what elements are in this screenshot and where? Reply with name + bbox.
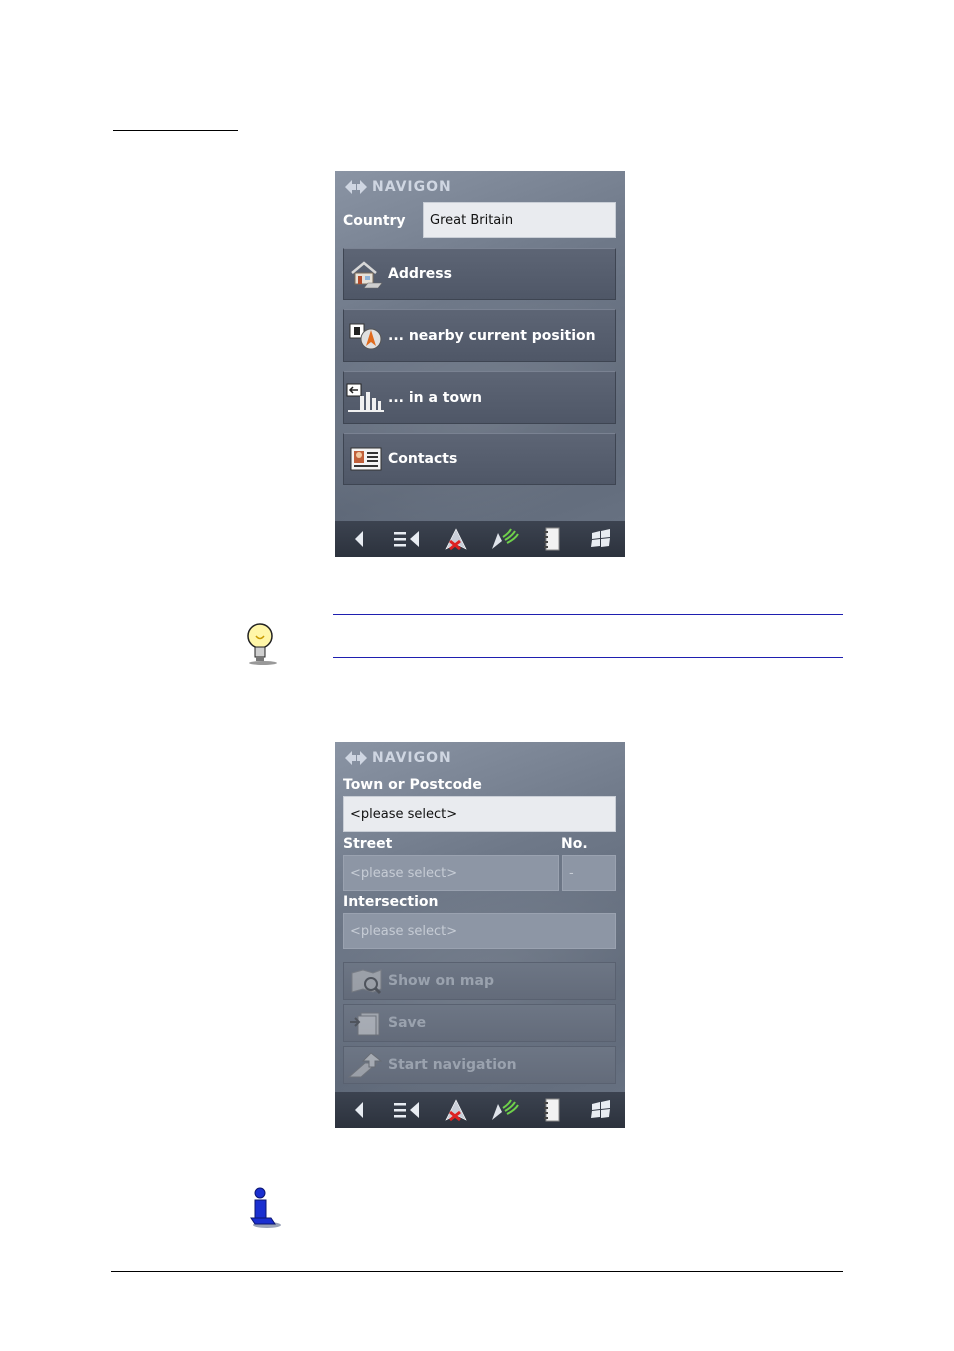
tip-top-rule	[333, 614, 843, 615]
town-or-postcode-label: Town or Postcode	[343, 777, 482, 793]
in-a-town-button[interactable]: ... in a town	[343, 371, 616, 424]
navigation-status-icon[interactable]	[441, 1097, 471, 1123]
navigation-status-icon[interactable]	[441, 526, 471, 552]
windows-icon[interactable]	[586, 526, 616, 552]
header-rule	[113, 130, 238, 131]
navigon-logo: NAVIGON	[345, 177, 452, 197]
house-icon	[344, 259, 388, 289]
gps-signal-icon[interactable]	[489, 1097, 519, 1123]
contacts-icon	[344, 445, 388, 473]
notebook-icon[interactable]	[537, 526, 567, 552]
intersection-field[interactable]: <please select>	[343, 913, 616, 949]
brand-name: NAVIGON	[372, 750, 452, 766]
tip-lightbulb-icon	[247, 623, 277, 665]
menu-icon[interactable]	[392, 1097, 422, 1123]
intersection-label: Intersection	[343, 894, 439, 910]
menu-icon[interactable]	[392, 526, 422, 552]
save-icon	[344, 1009, 388, 1037]
nearby-current-position-button[interactable]: ... nearby current position	[343, 309, 616, 362]
country-label: Country	[343, 213, 406, 229]
show-on-map-button[interactable]: Show on map	[343, 962, 616, 1000]
town-icon	[344, 382, 388, 414]
start-navigation-button[interactable]: Start navigation	[343, 1046, 616, 1084]
tip-bottom-rule	[333, 657, 843, 658]
back-icon[interactable]	[344, 526, 374, 552]
navigon-diamond-icon	[345, 180, 367, 194]
poi-position-icon	[344, 321, 388, 351]
nearby-label: ... nearby current position	[388, 327, 596, 344]
start-navigation-icon	[344, 1051, 388, 1079]
contacts-button[interactable]: Contacts	[343, 433, 616, 485]
windows-icon[interactable]	[586, 1097, 616, 1123]
bottom-toolbar	[335, 1092, 625, 1128]
street-field[interactable]: <please select>	[343, 855, 559, 891]
save-button[interactable]: Save	[343, 1004, 616, 1042]
back-icon[interactable]	[344, 1097, 374, 1123]
footer-rule	[111, 1271, 843, 1272]
gps-signal-icon[interactable]	[489, 526, 519, 552]
start-navigation-label: Start navigation	[388, 1057, 517, 1073]
address-button[interactable]: Address	[343, 248, 616, 300]
house-number-field[interactable]: -	[562, 855, 616, 891]
notebook-icon[interactable]	[537, 1097, 567, 1123]
show-on-map-label: Show on map	[388, 973, 494, 989]
destination-search-screen: NAVIGON Country Great Britain Address ..…	[335, 171, 625, 557]
contacts-label: Contacts	[388, 451, 458, 467]
navigon-logo: NAVIGON	[345, 748, 452, 768]
street-label: Street	[343, 836, 393, 852]
country-field[interactable]: Great Britain	[423, 202, 616, 238]
show-on-map-icon	[344, 967, 388, 995]
in-a-town-label: ... in a town	[388, 389, 483, 406]
house-number-label: No.	[561, 836, 588, 852]
town-or-postcode-field[interactable]: <please select>	[343, 796, 616, 832]
address-label: Address	[388, 266, 452, 282]
address-entry-screen: NAVIGON Town or Postcode <please select>…	[335, 742, 625, 1128]
save-label: Save	[388, 1015, 427, 1031]
bottom-toolbar	[335, 521, 625, 557]
info-person-icon	[250, 1187, 281, 1228]
brand-name: NAVIGON	[372, 179, 452, 195]
navigon-diamond-icon	[345, 751, 367, 765]
